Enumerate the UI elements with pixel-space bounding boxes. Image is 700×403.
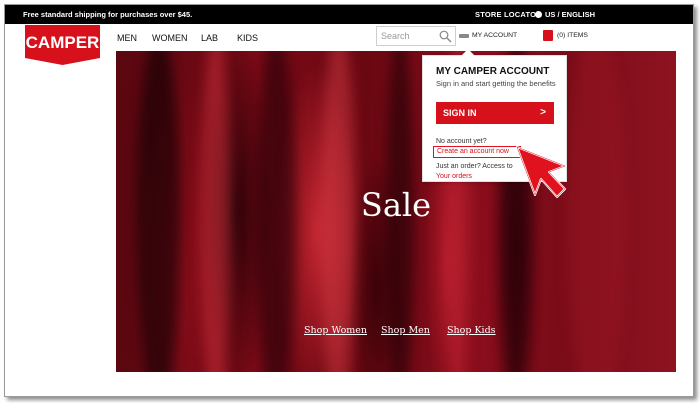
user-icon <box>459 33 469 38</box>
language-selector[interactable]: US / ENGLISH <box>535 10 595 19</box>
bag-icon <box>543 30 553 41</box>
cart-button[interactable]: (0) ITEMS <box>543 30 588 41</box>
promo-bar: Free standard shipping for purchases ove… <box>5 5 693 24</box>
sign-in-label: SIGN IN <box>443 108 477 118</box>
dropdown-caret <box>461 49 475 56</box>
my-account-label: MY ACCOUNT <box>472 32 518 39</box>
your-orders-link[interactable]: Your orders <box>436 173 472 180</box>
search-input[interactable]: Search <box>376 26 456 46</box>
language-label: US / ENGLISH <box>545 10 596 19</box>
nav-lab[interactable]: LAB <box>201 33 218 43</box>
globe-icon <box>535 11 542 18</box>
pointer-arrow-icon <box>516 146 566 198</box>
cart-count-label: (0) ITEMS <box>557 32 588 39</box>
hero-banner[interactable]: Sale Shop Women Shop Men Shop Kids <box>116 51 676 372</box>
camper-logo[interactable]: CAMPER <box>25 25 100 65</box>
search-icon[interactable] <box>439 30 452 43</box>
shipping-promo: Free standard shipping for purchases ove… <box>23 10 193 19</box>
order-access-text: Just an order? Access to <box>436 163 513 170</box>
my-account-button[interactable]: MY ACCOUNT <box>459 32 517 39</box>
store-locator-link[interactable]: STORE LOCATOR <box>475 10 542 19</box>
nav-women[interactable]: WOMEN <box>152 33 188 43</box>
browser-frame: Free standard shipping for purchases ove… <box>4 4 694 397</box>
dropdown-title: MY CAMPER ACCOUNT <box>436 66 550 77</box>
create-account-link[interactable]: Create an account now <box>433 146 521 158</box>
shop-women-link[interactable]: Shop Women <box>304 325 367 336</box>
search-placeholder: Search <box>381 31 410 41</box>
logo-text: CAMPER <box>26 33 100 52</box>
nav-men[interactable]: MEN <box>117 33 137 43</box>
hero-title: Sale <box>360 186 432 224</box>
no-account-text: No account yet? <box>436 138 487 145</box>
sign-in-button[interactable]: SIGN IN > <box>436 102 554 124</box>
nav-kids[interactable]: KIDS <box>237 33 258 43</box>
chevron-right-icon: > <box>540 107 546 118</box>
dropdown-subtitle: Sign in and start getting the benefits <box>436 79 556 88</box>
shop-kids-link[interactable]: Shop Kids <box>447 325 496 336</box>
shop-men-link[interactable]: Shop Men <box>381 325 430 336</box>
